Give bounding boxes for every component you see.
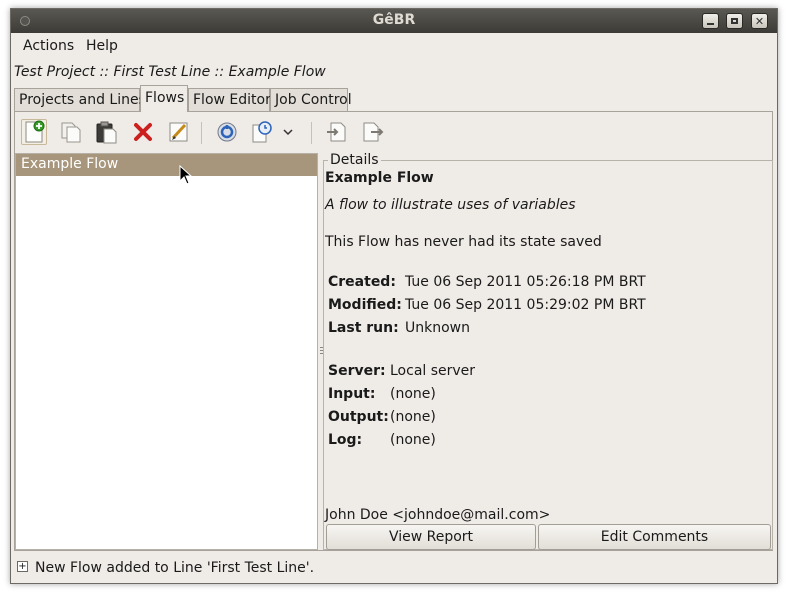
tab-projects-and-lines[interactable]: Projects and Lines xyxy=(14,88,146,111)
execute-button[interactable] xyxy=(214,119,240,145)
copy-button[interactable] xyxy=(58,119,84,145)
author-info: John Doe <johndoe@mail.com> xyxy=(325,507,551,523)
edit-comments-button[interactable]: Edit Comments xyxy=(538,524,771,550)
details-legend: Details xyxy=(328,152,381,168)
flow-title: Example Flow xyxy=(325,170,434,186)
toolbar xyxy=(15,112,772,152)
view-report-button[interactable]: View Report xyxy=(326,524,536,550)
maximize-icon xyxy=(731,18,738,24)
flow-state: This Flow has never had its state saved xyxy=(325,234,602,250)
modified-value: Tue 06 Sep 2011 05:29:02 PM BRT xyxy=(405,297,646,313)
menu-actions[interactable]: Actions xyxy=(23,38,74,54)
edit-icon xyxy=(169,122,188,142)
log-value: (none) xyxy=(390,432,436,448)
created-label: Created: xyxy=(328,274,396,290)
import-button[interactable] xyxy=(324,119,350,145)
title-bar[interactable]: GêBR ✕ xyxy=(11,9,777,33)
paste-icon xyxy=(96,121,117,144)
schedule-icon xyxy=(252,121,272,143)
server-label: Server: xyxy=(328,363,386,379)
edit-button[interactable] xyxy=(166,119,192,145)
app-window: GêBR ✕ Actions Help Test Project :: Firs… xyxy=(10,8,778,584)
details-frame: Details xyxy=(323,152,773,550)
close-button[interactable]: ✕ xyxy=(751,13,768,29)
breadcrumb: Test Project :: First Test Line :: Examp… xyxy=(14,64,326,80)
new-flow-button[interactable] xyxy=(21,119,47,145)
delete-button[interactable] xyxy=(130,119,156,145)
window-title: GêBR xyxy=(372,12,416,28)
tab-flow-editor[interactable]: Flow Editor xyxy=(188,88,271,111)
export-button[interactable] xyxy=(360,119,386,145)
created-value: Tue 06 Sep 2011 05:26:18 PM BRT xyxy=(405,274,646,290)
flows-tab-panel: Example Flow Details Example Flow A flow… xyxy=(14,111,773,551)
dropdown-chevron-icon xyxy=(283,129,293,136)
toolbar-separator xyxy=(311,122,312,144)
copy-icon xyxy=(61,122,81,143)
status-bar: + New Flow added to Line 'First Test Lin… xyxy=(11,555,777,581)
log-label: Log: xyxy=(328,432,363,448)
flow-description: A flow to illustrate uses of variables xyxy=(325,197,576,213)
tab-job-control[interactable]: Job Control xyxy=(270,88,352,111)
maximize-button[interactable] xyxy=(726,13,743,29)
import-icon xyxy=(327,122,346,142)
minimize-icon xyxy=(707,23,714,25)
server-value: Local server xyxy=(390,363,476,379)
schedule-button[interactable] xyxy=(249,119,275,145)
lastrun-label: Last run: xyxy=(328,320,399,336)
modified-label: Modified: xyxy=(328,297,402,313)
new-flow-icon xyxy=(25,120,45,143)
menu-help[interactable]: Help xyxy=(86,38,118,54)
input-label: Input: xyxy=(328,386,376,402)
status-message: New Flow added to Line 'First Test Line'… xyxy=(35,560,315,576)
list-item[interactable]: Example Flow xyxy=(16,154,317,176)
execute-icon xyxy=(217,122,237,142)
flows-list[interactable]: Example Flow xyxy=(15,153,318,550)
expander-toggle[interactable]: + xyxy=(17,561,28,572)
close-icon: ✕ xyxy=(754,14,765,28)
output-value: (none) xyxy=(390,409,436,425)
details-pane: Details Example Flow A flow to illustrat… xyxy=(323,152,774,550)
toolbar-separator xyxy=(201,122,202,144)
input-value: (none) xyxy=(390,386,436,402)
paste-button[interactable] xyxy=(93,119,119,145)
menu-bar: Actions Help xyxy=(11,33,777,59)
export-icon xyxy=(363,122,384,142)
schedule-dropdown-button[interactable] xyxy=(281,119,295,145)
output-label: Output: xyxy=(328,409,389,425)
mouse-cursor-icon xyxy=(179,165,193,185)
minimize-button[interactable] xyxy=(702,13,719,29)
tab-flows[interactable]: Flows xyxy=(140,85,188,112)
lastrun-value: Unknown xyxy=(405,320,470,336)
delete-icon xyxy=(134,123,152,141)
